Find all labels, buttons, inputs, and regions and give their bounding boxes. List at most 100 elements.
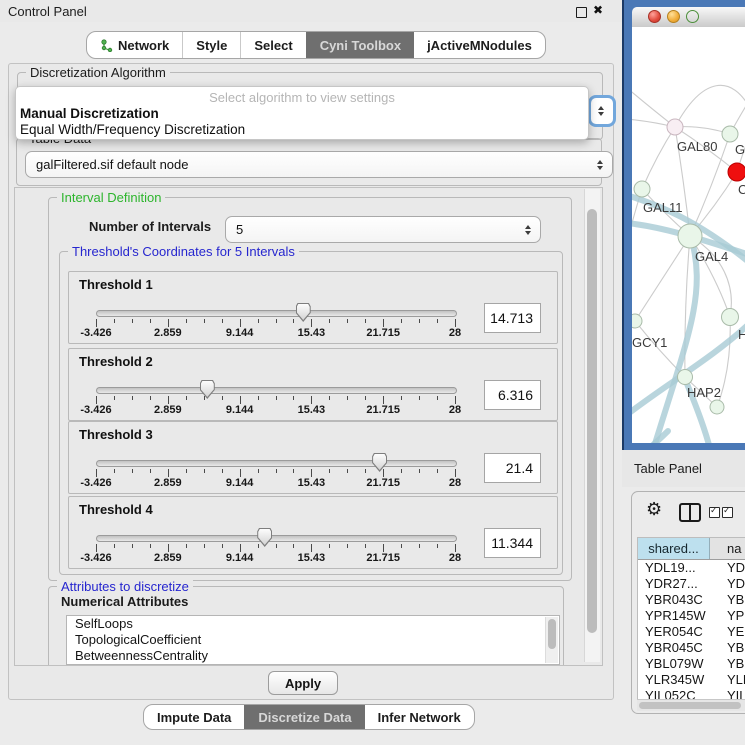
tab-style[interactable]: Style	[182, 32, 240, 58]
cell-shared-name: YBR043C	[638, 592, 710, 608]
attribute-item-selfloops[interactable]: SelfLoops	[67, 616, 559, 632]
tick-mark	[437, 544, 438, 548]
tick-mark	[132, 469, 133, 473]
network-edge[interactable]	[685, 236, 690, 377]
threshold-value-field[interactable]: 11.344	[484, 528, 541, 558]
tick-label: 2.859	[154, 552, 182, 564]
cell-name: YER0	[710, 624, 745, 640]
algorithm-combobox-fragment[interactable]	[588, 95, 616, 127]
attribute-items: SelfLoopsTopologicalCoefficientBetweenne…	[67, 616, 559, 664]
algorithm-placeholder-option[interactable]: Select algorithm to view settings	[16, 90, 588, 106]
tab-impute-data[interactable]: Impute Data	[144, 705, 244, 729]
table-row[interactable]: YPR145WYPR1	[638, 608, 745, 624]
network-edge[interactable]	[632, 87, 675, 127]
cell-name: YDL1	[710, 560, 745, 576]
tick-mark	[437, 319, 438, 323]
attributes-scrollbar[interactable]	[545, 617, 558, 663]
network-node-c[interactable]	[728, 163, 745, 181]
table-row[interactable]: YBR043CYBR0	[638, 592, 745, 608]
network-edge[interactable]	[635, 236, 690, 321]
threshold-value-field[interactable]: 21.4	[484, 453, 541, 483]
tab-label: Network	[118, 38, 169, 53]
tick-mark	[276, 396, 277, 400]
scrollbar-thumb[interactable]	[587, 209, 597, 633]
attributes-group-label: Attributes to discretize	[57, 579, 193, 594]
slider-thumb[interactable]	[257, 528, 272, 547]
tick-label: 2.859	[154, 404, 182, 416]
tab-infer-network[interactable]: Infer Network	[365, 705, 474, 729]
tab-label: Discretize Data	[258, 710, 351, 725]
threshold-value-field[interactable]: 14.713	[484, 303, 541, 333]
algorithm-group-label: Discretization Algorithm	[26, 65, 170, 80]
tick-mark	[329, 396, 330, 400]
slider-track[interactable]	[96, 387, 457, 394]
network-edge[interactable]	[675, 85, 745, 127]
network-node-gal11[interactable]	[634, 181, 650, 197]
tick-mark	[419, 469, 420, 473]
network-node-h[interactable]	[722, 309, 739, 326]
network-node[interactable]	[710, 400, 724, 414]
threshold-value-field[interactable]: 6.316	[484, 380, 541, 410]
table-row[interactable]: YBR045CYBR0	[638, 640, 745, 656]
table-data-combobox[interactable]: galFiltered.sif default node	[25, 151, 613, 178]
table-row[interactable]: YLR345WYLR3	[638, 672, 745, 688]
tick-label: -3.426	[80, 404, 111, 416]
checkbox-icon[interactable]	[722, 507, 733, 518]
horizontal-scrollbar[interactable]	[637, 699, 745, 711]
tick-mark	[365, 544, 366, 548]
table-row[interactable]: YER054CYER0	[638, 624, 745, 640]
zoom-orb-icon[interactable]	[686, 10, 699, 23]
vertical-scrollbar[interactable]	[584, 189, 600, 662]
algorithm-option-manual-discretization[interactable]: Manual Discretization	[16, 106, 588, 122]
slider-track[interactable]	[96, 460, 457, 467]
table-row[interactable]: YBL079WYBL0	[638, 656, 745, 672]
tick-label: 15.43	[298, 404, 326, 416]
table-row[interactable]: YDL19...YDL1	[638, 560, 745, 576]
num-intervals-value: 5	[236, 222, 243, 237]
tab-select[interactable]: Select	[240, 32, 305, 58]
column-header-name[interactable]: na	[710, 538, 745, 559]
minimize-orb-icon[interactable]	[667, 10, 680, 23]
threshold-title: Threshold 4	[79, 502, 153, 517]
network-node-gal4[interactable]	[678, 224, 702, 248]
column-header-shared-name[interactable]: shared...	[638, 538, 710, 559]
algorithm-dropdown-popup: Select algorithm to view settings Manual…	[15, 86, 589, 140]
numerical-attributes-list[interactable]: SelfLoopsTopologicalCoefficientBetweenne…	[66, 615, 560, 665]
network-window-titlebar[interactable]	[632, 7, 745, 28]
close-icon[interactable]: ✖	[593, 3, 603, 17]
tick-label: 21.715	[366, 327, 400, 339]
tab-jactivemnodules[interactable]: jActiveMNodules	[414, 32, 545, 58]
num-intervals-spinner[interactable]: 5	[225, 216, 541, 243]
tab-network[interactable]: Network	[87, 32, 182, 58]
float-window-icon[interactable]	[576, 7, 587, 18]
network-node[interactable]	[667, 119, 683, 135]
tick-mark	[276, 544, 277, 548]
scrollbar-thumb[interactable]	[639, 702, 741, 709]
network-canvas[interactable]: GACGAL11GAL80GAL4HGCY1HAP2	[632, 27, 745, 443]
gear-icon[interactable]: ⚙	[646, 500, 662, 518]
tick-mark	[240, 319, 241, 327]
network-node-ga[interactable]	[722, 126, 738, 142]
tab-label: Select	[254, 38, 292, 53]
tab-cyni-toolbox[interactable]: Cyni Toolbox	[306, 32, 414, 58]
columns-icon[interactable]	[679, 503, 701, 522]
algorithm-option-equal-width-frequency-discretization[interactable]: Equal Width/Frequency Discretization	[16, 122, 588, 138]
threshold-title: Threshold 2	[79, 354, 153, 369]
close-orb-icon[interactable]	[648, 10, 661, 23]
attribute-item-betweennesscentrality[interactable]: BetweennessCentrality	[67, 648, 559, 664]
attribute-item-topologicalcoefficient[interactable]: TopologicalCoefficient	[67, 632, 559, 648]
network-node-hap2[interactable]	[678, 370, 693, 385]
network-edge[interactable]	[642, 127, 675, 189]
slider-thumb[interactable]	[200, 380, 215, 399]
scrollbar-thumb[interactable]	[548, 619, 556, 649]
slider-track[interactable]	[96, 535, 457, 542]
network-node-gcy1[interactable]	[632, 314, 642, 328]
slider-thumb[interactable]	[372, 453, 387, 472]
checkbox-icon[interactable]	[709, 507, 720, 518]
network-edge[interactable]	[632, 431, 668, 443]
table-row[interactable]: YDR27...YDR2	[638, 576, 745, 592]
tab-discretize-data[interactable]: Discretize Data	[244, 705, 364, 729]
slider-track[interactable]	[96, 310, 457, 317]
slider-thumb[interactable]	[296, 303, 311, 322]
apply-button[interactable]: Apply	[268, 671, 338, 695]
